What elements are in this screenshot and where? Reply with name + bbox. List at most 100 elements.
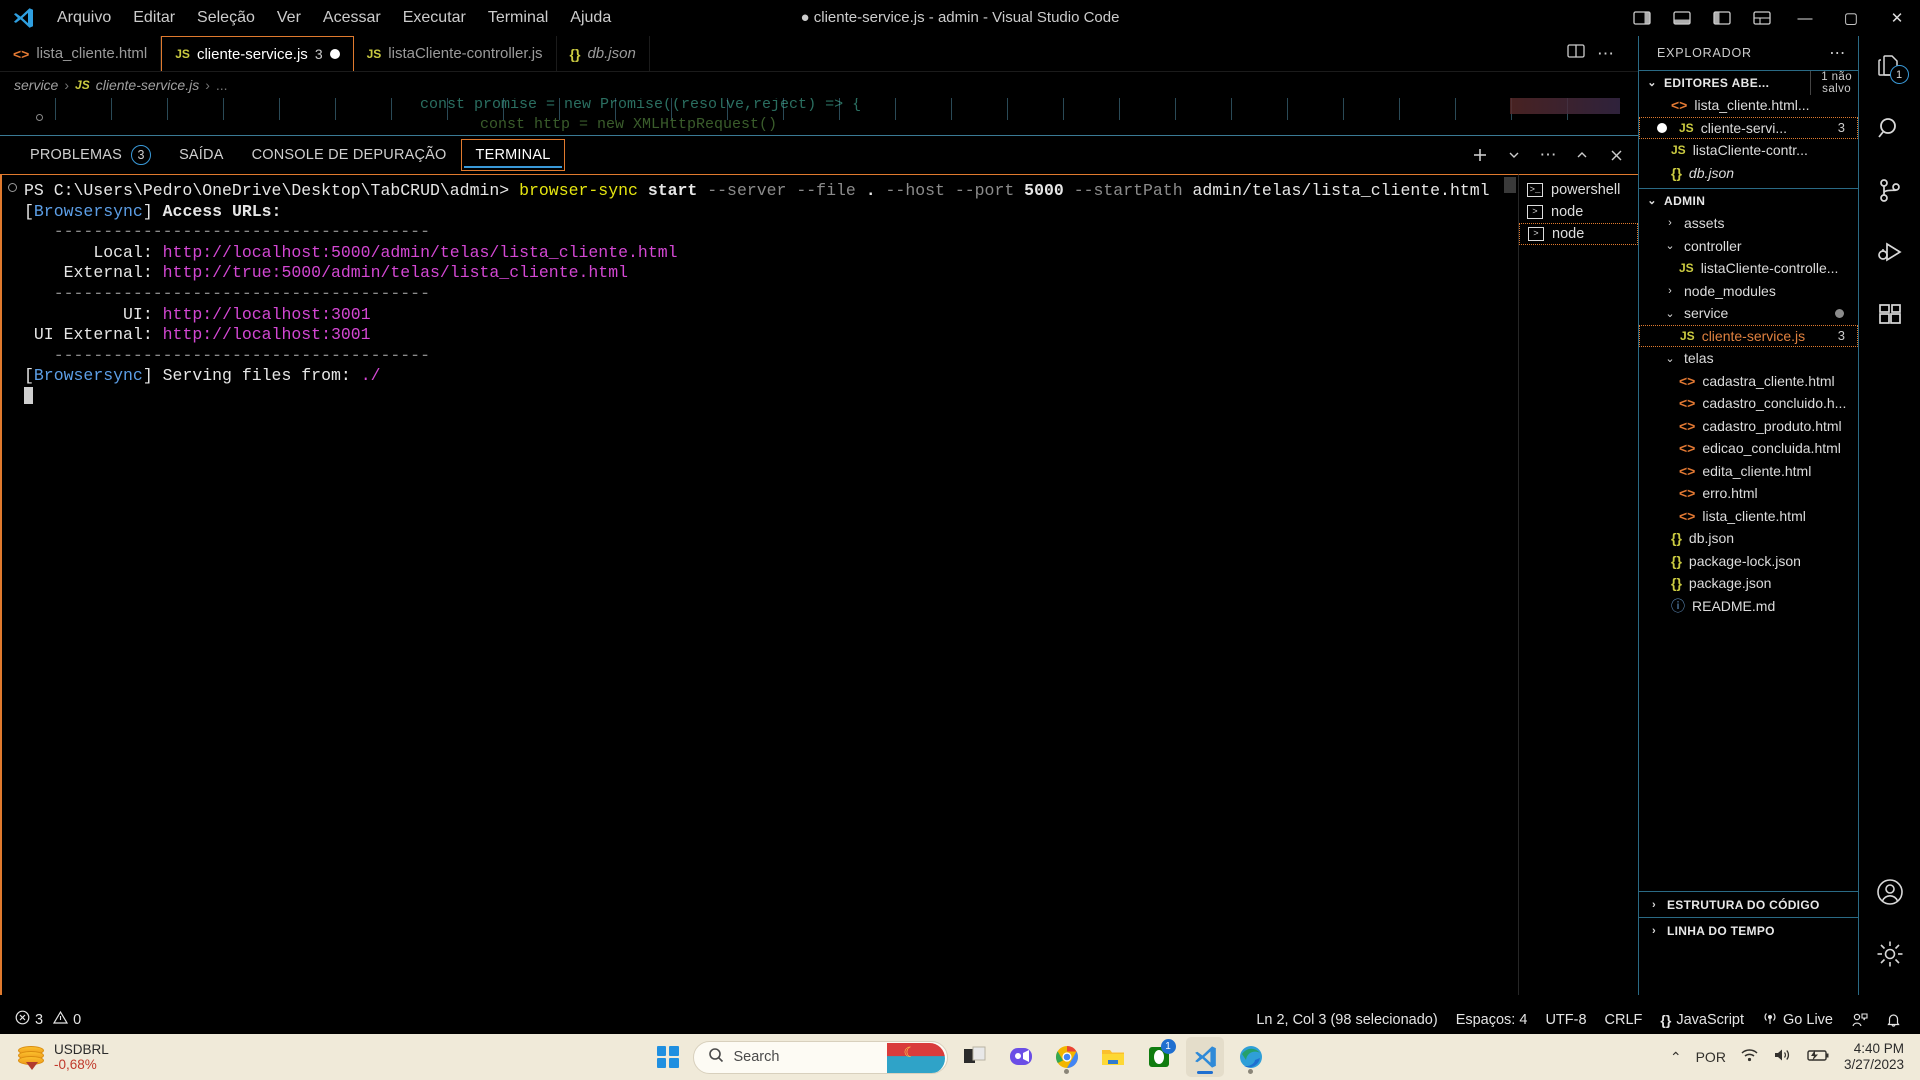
menu-terminal[interactable]: Terminal: [477, 5, 559, 31]
menu-bar[interactable]: Arquivo Editar Seleção Ver Acessar Execu…: [46, 5, 622, 31]
close-panel-icon[interactable]: [1602, 141, 1630, 169]
tree-file-erro-html[interactable]: <> erro.html: [1639, 482, 1858, 505]
menu-ver[interactable]: Ver: [266, 5, 312, 31]
tree-file-listaCliente-controller[interactable]: JS listaCliente-controlle...: [1639, 257, 1858, 280]
terminal-scrollbar[interactable]: [1504, 177, 1516, 193]
section-estrutura-codigo[interactable]: › ESTRUTURA DO CÓDIGO: [1639, 891, 1858, 917]
tree-file-cadastro_produto-html[interactable]: <> cadastro_produto.html: [1639, 415, 1858, 438]
breadcrumb-folder[interactable]: service: [14, 77, 58, 93]
editor-area[interactable]: const promise = new Promise((resolve,rej…: [0, 98, 1638, 136]
section-project-admin[interactable]: ⌄ ADMIN: [1639, 188, 1858, 212]
panel-tab-terminal[interactable]: TERMINAL: [460, 139, 566, 171]
explorer-icon[interactable]: 1: [1859, 36, 1920, 98]
edge-icon[interactable]: [1232, 1037, 1270, 1077]
tree-file-edicao_concluida-html[interactable]: <> edicao_concluida.html: [1639, 437, 1858, 460]
panel-tab-problemas[interactable]: PROBLEMAS 3: [16, 138, 165, 172]
settings-gear-icon[interactable]: [1859, 923, 1920, 985]
open-editor-cliente-service-js[interactable]: JS cliente-servi... 3: [1639, 116, 1858, 139]
breadcrumb[interactable]: service › JS cliente-service.js › ...: [0, 72, 1638, 98]
tree-file-cliente-service-js[interactable]: JS cliente-service.js 3: [1639, 324, 1858, 347]
local-url[interactable]: http://localhost:5000/admin/telas/lista_…: [163, 243, 678, 262]
tree-folder-service[interactable]: ⌄ service: [1639, 302, 1858, 325]
taskbar-search[interactable]: Search: [692, 1040, 948, 1074]
toggle-panel-icon[interactable]: [1662, 0, 1702, 36]
tab-lista_cliente-html[interactable]: <> lista_cliente.html: [0, 36, 162, 71]
menu-selecao[interactable]: Seleção: [186, 5, 266, 31]
panel-tab-saida[interactable]: SAÍDA: [165, 140, 238, 170]
terminal-cursor-line[interactable]: [2, 386, 1518, 408]
search-icon[interactable]: [1859, 98, 1920, 160]
chrome-icon[interactable]: [1048, 1037, 1086, 1077]
open-editor-lista_cliente-html[interactable]: <> lista_cliente.html...: [1639, 94, 1858, 117]
tree-file-cadastra_cliente-html[interactable]: <> cadastra_cliente.html: [1639, 370, 1858, 393]
menu-ajuda[interactable]: Ajuda: [559, 5, 622, 31]
split-editor-icon[interactable]: [1567, 43, 1585, 64]
menu-executar[interactable]: Executar: [392, 5, 477, 31]
new-terminal-icon[interactable]: [1466, 141, 1494, 169]
status-indentation[interactable]: Espaços: 4: [1447, 1005, 1537, 1034]
tab-cliente-service-js[interactable]: JS cliente-service.js 3: [161, 36, 354, 71]
discord-icon[interactable]: [1002, 1037, 1040, 1077]
menu-editar[interactable]: Editar: [122, 5, 186, 31]
run-debug-icon[interactable]: [1859, 222, 1920, 284]
status-encoding[interactable]: UTF-8: [1536, 1005, 1595, 1034]
tab-dirty-dot[interactable]: [329, 49, 340, 59]
menu-acessar[interactable]: Acessar: [312, 5, 392, 31]
file-explorer-icon[interactable]: [1094, 1037, 1132, 1077]
tree-file-edita_cliente-html[interactable]: <> edita_cliente.html: [1639, 460, 1858, 483]
status-language-mode[interactable]: {} JavaScript: [1651, 1005, 1753, 1034]
customize-layout-icon[interactable]: [1742, 0, 1782, 36]
terminal-output[interactable]: PS C:\Users\Pedro\OneDrive\Desktop\TabCR…: [0, 174, 1518, 995]
open-editor-db-json[interactable]: {} db.json: [1639, 162, 1858, 185]
panel-tab-console-depuracao[interactable]: CONSOLE DE DEPURAÇÃO: [238, 140, 461, 170]
source-control-icon[interactable]: [1859, 160, 1920, 222]
sidebar-more-icon[interactable]: ⋯: [1829, 43, 1846, 63]
more-actions-icon[interactable]: ⋯: [1597, 44, 1614, 64]
status-cursor-position[interactable]: Ln 2, Col 3 (98 selecionado): [1247, 1005, 1446, 1034]
tree-folder-telas[interactable]: ⌄ telas: [1639, 347, 1858, 370]
tree-file-cadastro_concluido-html[interactable]: <> cadastro_concluido.h...: [1639, 392, 1858, 415]
start-button[interactable]: [651, 1040, 685, 1074]
minimap[interactable]: [1510, 98, 1620, 114]
menu-arquivo[interactable]: Arquivo: [46, 5, 122, 31]
external-url[interactable]: http://true:5000/admin/telas/lista_clien…: [163, 263, 628, 282]
bell-icon[interactable]: [1877, 1005, 1910, 1034]
section-linha-tempo[interactable]: › LINHA DO TEMPO: [1639, 917, 1858, 943]
accounts-icon[interactable]: [1859, 861, 1920, 923]
tab-db-json[interactable]: {} db.json: [557, 36, 650, 71]
dirty-dot-icon[interactable]: [1657, 122, 1667, 133]
task-view-icon[interactable]: [956, 1037, 994, 1077]
more-icon[interactable]: ⋯: [1534, 141, 1562, 169]
vscode-icon[interactable]: [1185, 1037, 1224, 1077]
tab-listaCliente-controller-js[interactable]: JS listaCliente-controller.js: [354, 36, 557, 71]
xbox-icon[interactable]: 1: [1140, 1037, 1178, 1077]
toggle-primary-sidebar-icon[interactable]: [1622, 0, 1662, 36]
tree-folder-assets[interactable]: › assets: [1639, 212, 1858, 235]
feedback-icon[interactable]: [1842, 1005, 1877, 1034]
terminal-list-item-node-1[interactable]: > node: [1519, 201, 1638, 223]
chevron-down-icon[interactable]: [1500, 141, 1528, 169]
toggle-secondary-sidebar-icon[interactable]: [1702, 0, 1742, 36]
status-problems[interactable]: 3 0: [6, 1005, 90, 1034]
breadcrumb-file[interactable]: cliente-service.js: [96, 77, 199, 93]
tree-file-package-lock-json[interactable]: {} package-lock.json: [1639, 550, 1858, 573]
minimize-button[interactable]: —: [1782, 0, 1828, 36]
tree-file-readme-md[interactable]: ⓘ README.md: [1639, 595, 1858, 618]
maximize-button[interactable]: ▢: [1828, 0, 1874, 36]
status-eol[interactable]: CRLF: [1596, 1005, 1652, 1034]
tree-folder-node_modules[interactable]: › node_modules: [1639, 280, 1858, 303]
tree-folder-controller[interactable]: ⌄ controller: [1639, 235, 1858, 258]
status-go-live[interactable]: Go Live: [1753, 1005, 1842, 1034]
terminal-list-item-powershell[interactable]: >_ powershell: [1519, 179, 1638, 201]
tree-file-db-json[interactable]: {} db.json: [1639, 527, 1858, 550]
ui-external-url[interactable]: http://localhost:3001: [163, 325, 371, 344]
tree-file-lista_cliente-html[interactable]: <> lista_cliente.html: [1639, 505, 1858, 528]
fold-indicator-icon[interactable]: [36, 114, 43, 121]
ui-url[interactable]: http://localhost:3001: [163, 305, 371, 324]
extensions-icon[interactable]: [1859, 284, 1920, 346]
open-editor-listaCliente-controller-js[interactable]: JS listaCliente-contr...: [1639, 139, 1858, 162]
maximize-panel-icon[interactable]: [1568, 141, 1596, 169]
terminal-list-item-node-2[interactable]: > node: [1519, 223, 1638, 245]
breadcrumb-ellipsis[interactable]: ...: [216, 77, 228, 93]
section-open-editors[interactable]: ⌄ EDITORES ABE... 1 não salvo: [1639, 70, 1858, 95]
